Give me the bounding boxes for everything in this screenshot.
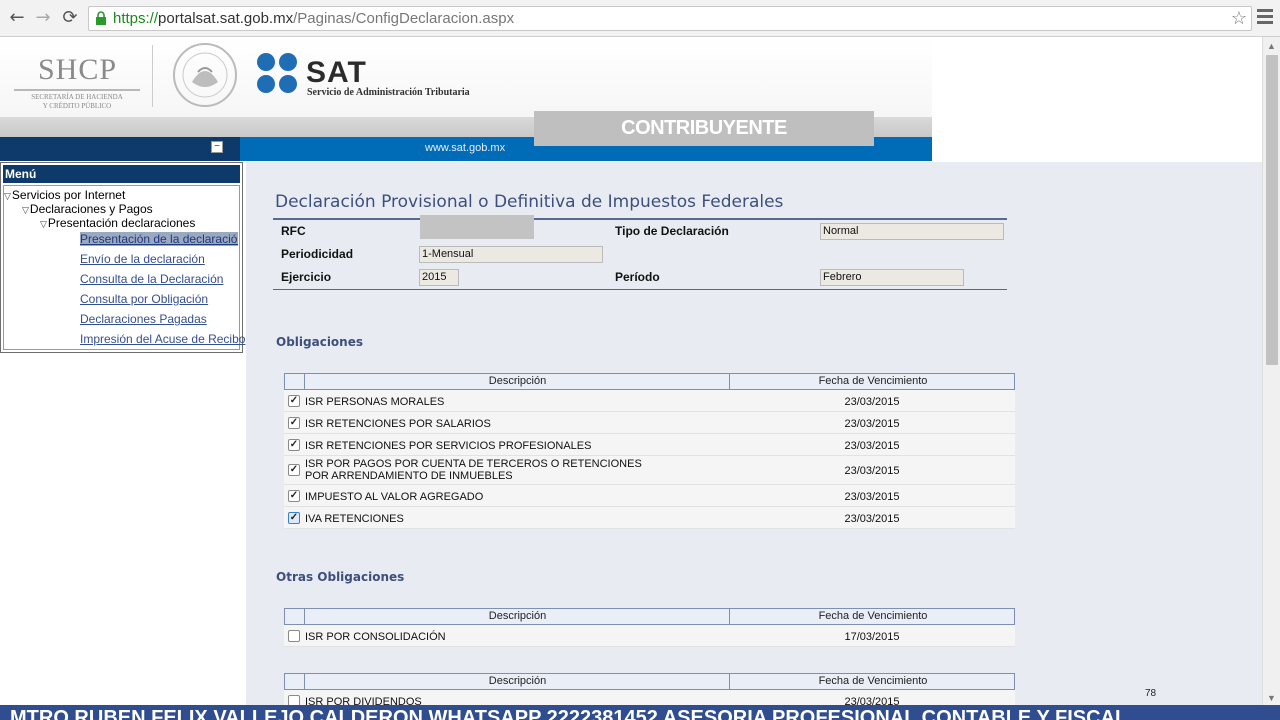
collapse-menu-button[interactable]: − <box>211 141 223 153</box>
expand-icon: ▽ <box>40 219 47 229</box>
url-text: https://portalsat.sat.gob.mx/Paginas/Con… <box>113 10 515 27</box>
scroll-thumb[interactable] <box>1266 55 1278 365</box>
bookmark-star-icon[interactable]: ☆ <box>1231 8 1247 29</box>
lock-icon <box>96 11 106 25</box>
rfc-field[interactable] <box>420 215 534 239</box>
expand-icon: ▽ <box>4 191 11 201</box>
table-row: ✓ ISR RETENCIONES POR SALARIOS 23/03/201… <box>284 412 1015 434</box>
obligaciones-title: Obligaciones <box>276 335 363 349</box>
menu-link-acuse[interactable]: Impresión del Acuse de Recibo <box>80 332 245 346</box>
obligation-checkbox[interactable]: ✓ <box>288 439 300 451</box>
menu-link-envio[interactable]: Envío de la declaración <box>80 252 205 266</box>
expand-icon: ▽ <box>22 205 29 215</box>
back-icon[interactable]: ← <box>6 7 28 29</box>
mexico-seal-icon <box>173 43 237 107</box>
shcp-logo: SHCP SECRETARÍA DE HACIENDA Y CRÉDITO PÚ… <box>14 53 144 111</box>
browser-menu-icon[interactable] <box>1257 9 1273 27</box>
table-row: ✓ ISR RETENCIONES POR SERVICIOS PROFESIO… <box>284 434 1015 456</box>
slide-number: 78 <box>1145 688 1157 699</box>
dividendos-table: Descripción Fecha de Vencimiento ISR POR… <box>284 673 1015 705</box>
col-fecha: Fecha de Vencimiento <box>818 375 928 387</box>
periodicidad-label: Periodicidad <box>281 247 354 261</box>
tree-declaraciones[interactable]: ▽Declaraciones y Pagos <box>22 202 153 216</box>
forward-icon[interactable]: → <box>32 7 54 29</box>
table-row: ISR POR CONSOLIDACIÓN 17/03/2015 <box>284 625 1015 647</box>
ejercicio-field[interactable]: 2015 <box>419 269 459 286</box>
ejercicio-label: Ejercicio <box>281 270 332 284</box>
browser-toolbar: ← → ⟳ https://portalsat.sat.gob.mx/Pagin… <box>0 0 1280 37</box>
menu-link-consulta-obligacion[interactable]: Consulta por Obligación <box>80 292 208 306</box>
menu-link-presentacion[interactable]: Presentación de la declaración <box>80 232 238 246</box>
scroll-up-icon[interactable]: ▲ <box>1267 41 1276 51</box>
tipo-field[interactable]: Normal <box>820 223 1004 240</box>
vertical-scrollbar[interactable]: ▲ ▼ <box>1262 37 1280 705</box>
table-row: ✓ ISR POR PAGOS POR CUENTA DE TERCEROS O… <box>284 456 1015 485</box>
tree-presentacion[interactable]: ▽Presentación declaraciones <box>40 216 195 230</box>
side-menu: Menú ▽Servicios por Internet ▽Declaracio… <box>0 162 245 353</box>
periodo-label: Período <box>615 270 660 284</box>
table-row: ✓ ISR PERSONAS MORALES 23/03/2015 <box>284 390 1015 412</box>
contribuyente-banner: CONTRIBUYENTE <box>534 111 874 146</box>
periodo-field[interactable]: Febrero <box>820 269 964 286</box>
www-label: www.sat.gob.mx <box>425 142 506 154</box>
obligation-checkbox[interactable]: ✓ <box>288 464 300 476</box>
footer-banner: MTRO RUBEN FELIX VALLEJO CALDERON WHATSA… <box>0 705 1280 720</box>
otras-title: Otras Obligaciones <box>276 570 405 584</box>
tipo-label: Tipo de Declaración <box>615 224 729 238</box>
obligation-checkbox[interactable]: ✓ <box>288 395 300 407</box>
col-descripcion: Descripción <box>306 374 730 389</box>
col-descripcion: Descripción <box>306 674 730 689</box>
col-fecha: Fecha de Vencimiento <box>818 675 928 687</box>
table-row: ISR POR DIVIDENDOS 23/03/2015 <box>284 690 1015 705</box>
page-title: Declaración Provisional o Definitiva de … <box>275 192 784 212</box>
reload-icon[interactable]: ⟳ <box>59 7 81 29</box>
sat-dots-icon <box>257 53 297 93</box>
tree-root[interactable]: ▽Servicios por Internet <box>4 188 125 202</box>
menu-link-pagadas[interactable]: Declaraciones Pagadas <box>80 312 207 326</box>
obligation-checkbox[interactable]: ✓ <box>288 417 300 429</box>
table-row: ✓ IVA RETENCIONES 23/03/2015 <box>284 507 1015 529</box>
obligaciones-table: Descripción Fecha de Vencimiento ✓ ISR P… <box>284 373 1015 529</box>
main-content: Declaración Provisional o Definitiva de … <box>246 162 1262 705</box>
periodicidad-field[interactable]: 1-Mensual <box>419 246 603 263</box>
table-row: ✓ IMPUESTO AL VALOR AGREGADO 23/03/2015 <box>284 485 1015 507</box>
col-descripcion: Descripción <box>306 609 730 624</box>
menu-title: Menú <box>3 165 240 183</box>
obligation-checkbox[interactable]: ✓ <box>288 512 300 524</box>
obligation-checkbox[interactable] <box>288 630 300 642</box>
address-bar[interactable]: https://portalsat.sat.gob.mx/Paginas/Con… <box>88 6 1252 31</box>
otras-table: Descripción Fecha de Vencimiento ISR POR… <box>284 608 1015 647</box>
rfc-label: RFC <box>281 224 306 238</box>
obligation-checkbox[interactable]: ✓ <box>288 490 300 502</box>
obligation-checkbox[interactable] <box>288 695 300 705</box>
sat-logo: SAT Servicio de Administración Tributari… <box>256 52 506 102</box>
col-fecha: Fecha de Vencimiento <box>818 610 928 622</box>
scroll-down-icon[interactable]: ▼ <box>1267 693 1276 703</box>
menu-link-consulta[interactable]: Consulta de la Declaración <box>80 272 223 286</box>
